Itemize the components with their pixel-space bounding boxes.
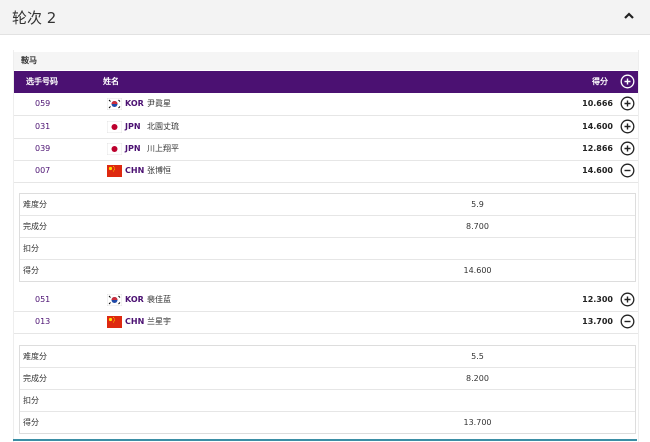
chevron-up-icon[interactable] (622, 9, 636, 23)
athlete-row[interactable]: 013 CHN 兰星宇 13.700 (14, 311, 638, 334)
athlete-name: 兰星宇 (147, 317, 171, 326)
athlete-noc: KOR (125, 295, 144, 304)
athlete-bib: 039 (35, 144, 51, 153)
round-header[interactable]: 轮次 2 (0, 0, 650, 35)
athlete-score: 12.300 (582, 295, 613, 304)
china-flag-icon (107, 316, 122, 328)
athlete-row[interactable]: 039 JPN 川上翔平 12.866 (14, 138, 638, 161)
athlete-score: 13.700 (582, 317, 613, 326)
athlete-name: 尹眞星 (147, 99, 171, 108)
round-title: 轮次 2 (12, 9, 57, 27)
column-header-name: 姓名 (103, 77, 119, 86)
detail-row: 扣分 (20, 238, 635, 260)
apparatus-label: 鞍马 (14, 52, 638, 70)
detail-value: 5.9 (471, 200, 484, 209)
score-detail-table: 难度分 5.9 完成分 8.700 扣分 得分 14.600 (19, 193, 636, 282)
expand-plus-icon[interactable] (620, 292, 635, 307)
japan-flag-icon (107, 143, 122, 155)
athlete-row[interactable]: 031 JPN 北園丈琉 14.600 (14, 116, 638, 139)
detail-row: 得分 13.700 (20, 412, 635, 433)
detail-row: 得分 14.600 (20, 260, 635, 281)
athlete-bib: 007 (35, 166, 51, 175)
detail-label: 扣分 (23, 244, 39, 253)
column-header-score: 得分 (592, 77, 608, 86)
detail-row: 难度分 5.9 (20, 194, 635, 216)
athlete-noc: KOR (125, 99, 144, 108)
detail-row: 难度分 5.5 (20, 346, 635, 368)
athlete-bib: 051 (35, 295, 51, 304)
detail-value: 14.600 (463, 266, 492, 275)
athlete-score: 10.666 (582, 99, 613, 108)
detail-label: 难度分 (23, 200, 47, 209)
expand-plus-icon[interactable] (620, 141, 635, 156)
athlete-row[interactable]: 007 CHN 张博恒 14.600 (14, 160, 638, 183)
section-divider (13, 439, 637, 441)
athlete-bib: 031 (35, 122, 51, 131)
athlete-name: 北園丈琉 (147, 122, 179, 131)
korea-flag-icon (107, 98, 122, 110)
athlete-name: 川上翔平 (147, 144, 179, 153)
athlete-score: 14.600 (582, 166, 613, 175)
detail-label: 完成分 (23, 374, 47, 383)
china-flag-icon (107, 165, 122, 177)
detail-label: 扣分 (23, 396, 39, 405)
detail-label: 得分 (23, 266, 39, 275)
athlete-score: 12.866 (582, 144, 613, 153)
collapse-minus-icon[interactable] (620, 163, 635, 178)
athlete-noc: JPN (125, 144, 141, 153)
expand-plus-icon[interactable] (620, 96, 635, 111)
detail-label: 完成分 (23, 222, 47, 231)
collapse-minus-icon[interactable] (620, 314, 635, 329)
korea-flag-icon (107, 294, 122, 306)
detail-value: 8.200 (466, 374, 489, 383)
athlete-row[interactable]: 059 KOR 尹眞星 10.666 (14, 93, 638, 116)
table-header: 选手号码 姓名 得分 (14, 71, 638, 93)
expand-all-icon[interactable] (620, 74, 635, 89)
athlete-noc: JPN (125, 122, 141, 131)
detail-label: 难度分 (23, 352, 47, 361)
athlete-name: 裴佳蓝 (147, 295, 171, 304)
detail-label: 得分 (23, 418, 39, 427)
detail-row: 扣分 (20, 390, 635, 412)
athlete-name: 张博恒 (147, 166, 171, 175)
athlete-score: 14.600 (582, 122, 613, 131)
detail-value: 5.5 (471, 352, 484, 361)
athlete-bib: 013 (35, 317, 51, 326)
athlete-noc: CHN (125, 166, 145, 175)
detail-value: 13.700 (463, 418, 492, 427)
score-detail-table: 难度分 5.5 完成分 8.200 扣分 得分 13.700 (19, 345, 636, 434)
detail-row: 完成分 8.700 (20, 216, 635, 238)
detail-row: 完成分 8.200 (20, 368, 635, 390)
results-panel: 鞍马 选手号码 姓名 得分 059 KOR 尹眞星 10.666 031 JPN… (13, 50, 639, 442)
detail-value: 8.700 (466, 222, 489, 231)
athlete-row[interactable]: 051 KOR 裴佳蓝 12.300 (14, 289, 638, 312)
athlete-noc: CHN (125, 317, 145, 326)
expand-plus-icon[interactable] (620, 119, 635, 134)
column-header-bib: 选手号码 (26, 77, 58, 86)
japan-flag-icon (107, 121, 122, 133)
athlete-bib: 059 (35, 99, 51, 108)
